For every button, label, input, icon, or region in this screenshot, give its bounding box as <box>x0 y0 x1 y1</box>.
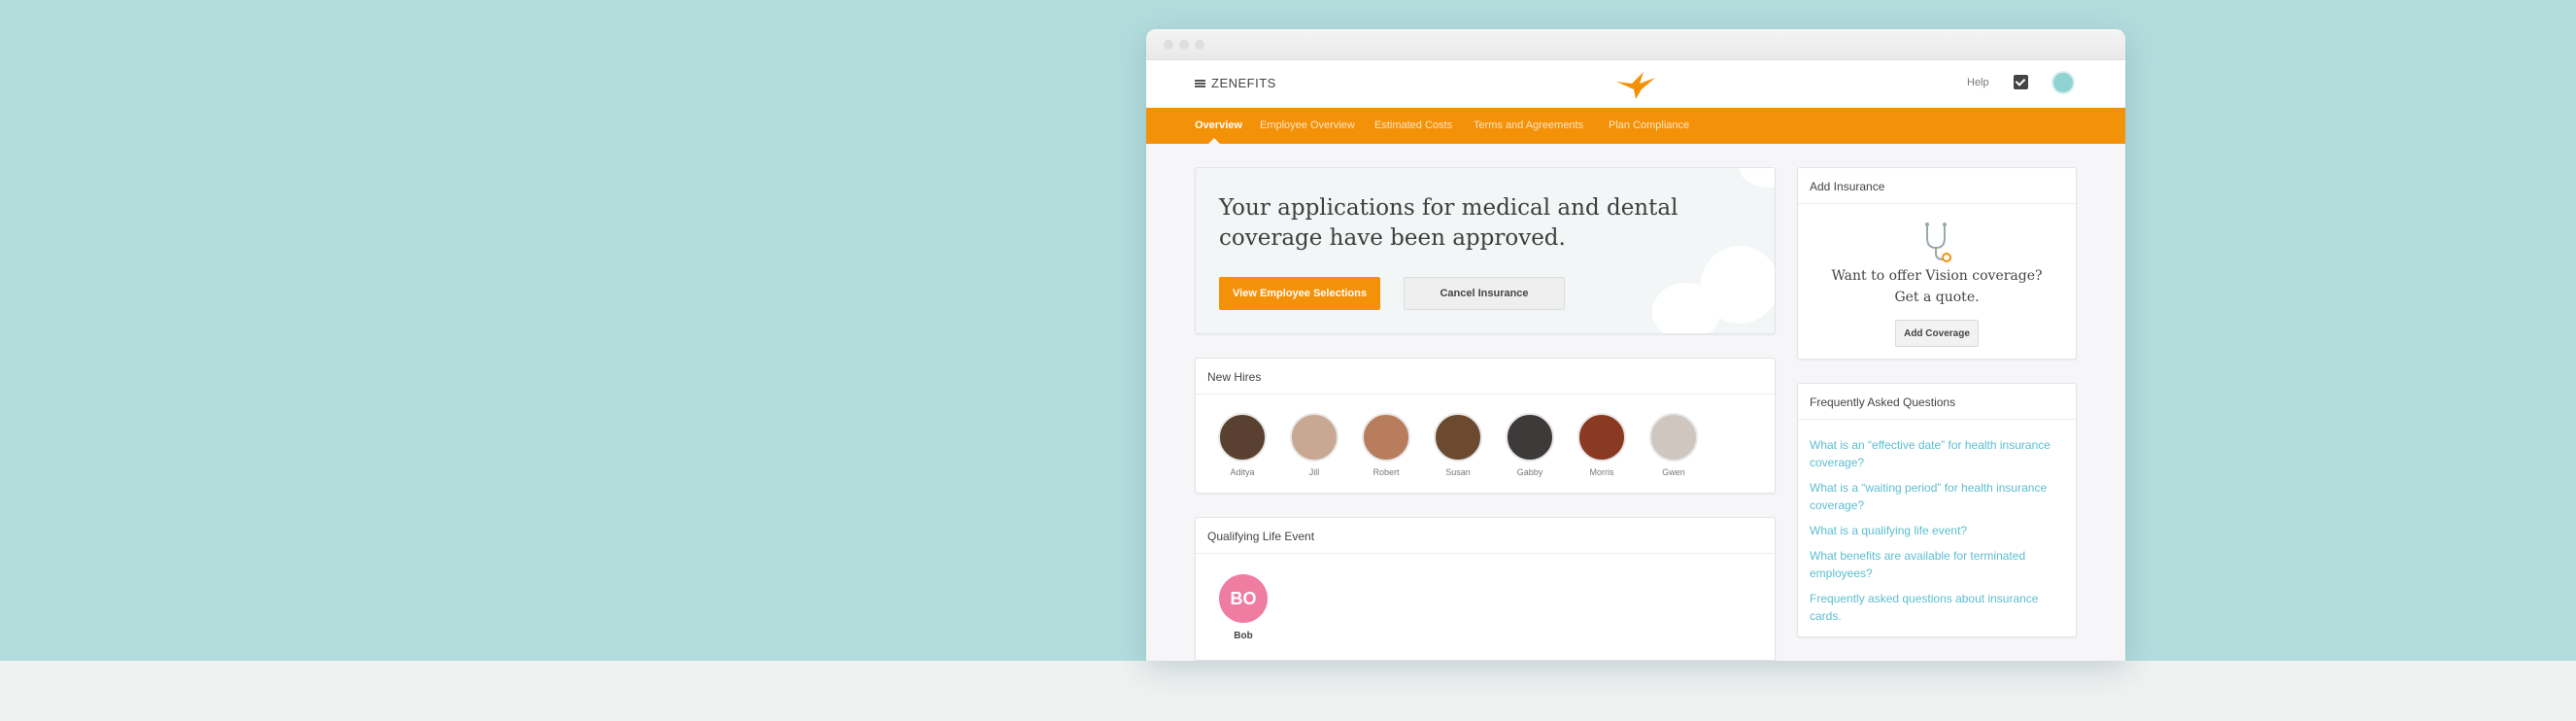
faq-link-terminated-employees[interactable]: What benefits are available for terminat… <box>1810 547 2057 582</box>
hire-name: Gwen <box>1662 467 1685 477</box>
tab-terms-and-agreements[interactable]: Terms and Agreements <box>1474 120 1583 131</box>
cancel-insurance-button[interactable]: Cancel Insurance <box>1404 277 1565 310</box>
hire-avatar <box>1218 413 1267 462</box>
hamburger-icon[interactable] <box>1195 79 1205 87</box>
hire-item[interactable]: Gabby <box>1501 413 1559 477</box>
add-insurance-card: Add Insurance Want to offer Vision cover… <box>1797 167 2077 360</box>
card-title: Qualifying Life Event <box>1207 530 1315 543</box>
approval-card: Your applications for medical and dental… <box>1195 167 1776 334</box>
hire-item[interactable]: Jill <box>1285 413 1343 477</box>
hire-item[interactable]: Susan <box>1429 413 1487 477</box>
hire-avatar <box>1649 413 1698 462</box>
hummingbird-logo[interactable] <box>1614 68 1657 101</box>
checklist-icon[interactable] <box>2014 75 2028 89</box>
qualifying-life-event-card: Qualifying Life Event BO Bob <box>1195 517 1776 661</box>
new-hires-card: New Hires Aditya Jill Robert Susan Gabby… <box>1195 358 1776 494</box>
divider <box>1196 553 1775 554</box>
hire-avatar <box>1434 413 1482 462</box>
nav-bar: Overview Employee Overview Estimated Cos… <box>1146 108 2125 144</box>
hire-avatar <box>1362 413 1410 462</box>
faq-link-effective-date[interactable]: What is an “effective date” for health i… <box>1810 436 2057 471</box>
brand-menu[interactable]: ZENEFITS <box>1195 76 1276 90</box>
hire-avatar <box>1577 413 1626 462</box>
hire-name: Jill <box>1308 467 1320 477</box>
hire-name: Aditya <box>1230 467 1255 477</box>
window-close-dot[interactable] <box>1164 40 1173 50</box>
hire-name: Gabby <box>1516 467 1543 477</box>
initials-badge[interactable]: BO <box>1219 574 1268 623</box>
card-title: Frequently Asked Questions <box>1810 395 1956 409</box>
employee-name: Bob <box>1234 631 1253 641</box>
hire-name: Morris <box>1589 467 1614 477</box>
hire-item[interactable]: Gwen <box>1644 413 1703 477</box>
hire-avatar <box>1290 413 1339 462</box>
faq-link-insurance-cards[interactable]: Frequently asked questions about insuran… <box>1810 590 2057 625</box>
stethoscope-icon <box>1925 223 1951 262</box>
window-chrome <box>1146 29 2125 60</box>
browser-window: ZENEFITS Help Overview Employee Overview… <box>1146 29 2125 661</box>
add-coverage-button[interactable]: Add Coverage <box>1895 320 1979 347</box>
card-title: Add Insurance <box>1810 180 1885 193</box>
cloud-decoration <box>1740 168 1775 188</box>
tab-estimated-costs[interactable]: Estimated Costs <box>1374 120 1452 131</box>
approval-message: Your applications for medical and dental… <box>1219 195 1678 251</box>
divider <box>1196 394 1775 395</box>
faq-link-waiting-period[interactable]: What is a “waiting period” for health in… <box>1810 479 2057 514</box>
help-link[interactable]: Help <box>1967 77 1989 88</box>
brand-name: ZENEFITS <box>1211 76 1276 90</box>
user-avatar[interactable] <box>2051 71 2075 94</box>
cloud-decoration <box>1652 283 1720 333</box>
tab-employee-overview[interactable]: Employee Overview <box>1260 120 1355 131</box>
hire-avatar <box>1506 413 1554 462</box>
hire-name: Susan <box>1445 467 1471 477</box>
view-employee-selections-button[interactable]: View Employee Selections <box>1219 277 1380 310</box>
faq-link-qualifying-life-event[interactable]: What is a qualifying life event? <box>1810 522 2057 539</box>
top-bar: ZENEFITS Help <box>1146 60 2125 108</box>
tab-overview[interactable]: Overview <box>1195 120 1242 131</box>
faq-card: Frequently Asked Questions What is an “e… <box>1797 383 2077 637</box>
tab-plan-compliance[interactable]: Plan Compliance <box>1609 120 1689 131</box>
page-bottom-band <box>0 661 2576 721</box>
vision-coverage-prompt: Want to offer Vision coverage? Get a quo… <box>1831 268 2043 305</box>
active-tab-caret <box>1208 138 1220 144</box>
hire-item[interactable]: Morris <box>1573 413 1631 477</box>
divider <box>1798 203 2076 204</box>
hire-item[interactable]: Aditya <box>1213 413 1271 477</box>
window-minimize-dot[interactable] <box>1179 40 1189 50</box>
window-maximize-dot[interactable] <box>1195 40 1204 50</box>
hire-item[interactable]: Robert <box>1357 413 1415 477</box>
hire-name: Robert <box>1373 467 1400 477</box>
card-title: New Hires <box>1207 370 1262 384</box>
divider <box>1798 419 2076 420</box>
